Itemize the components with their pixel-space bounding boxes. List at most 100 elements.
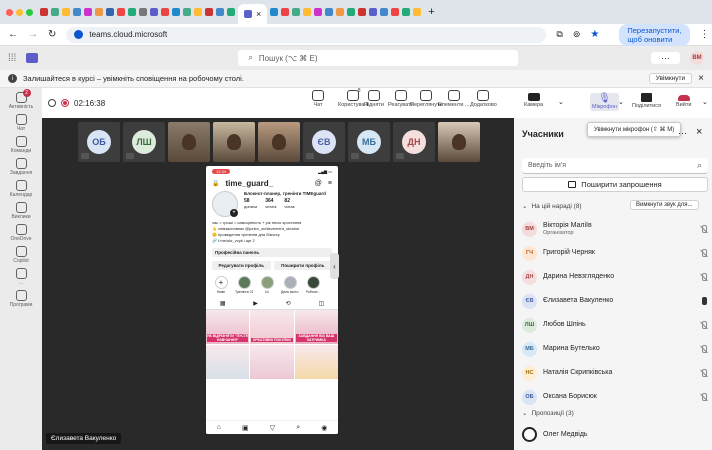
tab-favicon[interactable] <box>117 8 125 16</box>
control-hand[interactable]: Підняти <box>364 90 384 108</box>
tab-favicon[interactable] <box>336 8 345 16</box>
home-icon[interactable]: ⌂ <box>217 424 221 431</box>
tab-favicon[interactable] <box>227 8 235 16</box>
site-info-icon[interactable] <box>74 30 84 39</box>
participant-thumbnail[interactable]: ЄВ <box>303 122 345 162</box>
tab-favicon[interactable] <box>402 8 411 16</box>
control-more[interactable]: Додатково <box>470 90 497 108</box>
microphone-muted-icon[interactable] <box>699 320 708 330</box>
tab-close-icon[interactable]: × <box>256 9 261 19</box>
minimize-window-button[interactable] <box>16 8 23 16</box>
repost-tab-icon[interactable]: ⟲ <box>286 300 291 307</box>
microphone-muted-icon[interactable] <box>699 392 708 402</box>
search-input[interactable]: ⌕ Пошук (⌥ ⌘ E) <box>238 50 519 66</box>
close-banner-icon[interactable]: × <box>698 73 704 84</box>
rail-item-2[interactable]: Команди <box>1 136 41 154</box>
participant-row[interactable]: ЛШ Любов Шпінь <box>522 315 708 335</box>
in-meeting-section-header[interactable]: ⌄ На цій нараді (8) <box>522 202 582 211</box>
edit-profile-button[interactable]: Редагувати профіль <box>212 261 271 270</box>
reload-icon[interactable]: ↻ <box>48 29 56 40</box>
post-thumbnail[interactable]: КРЕАТИВНІ ПОКУПКИ <box>250 310 294 344</box>
participant-row[interactable]: ГЧ Григорій Черняк <box>522 243 708 263</box>
tab-favicon[interactable] <box>62 8 70 16</box>
tab-favicon[interactable] <box>51 8 59 16</box>
forward-icon[interactable]: → <box>28 29 38 40</box>
tab-favicon[interactable] <box>95 8 103 16</box>
active-tab[interactable]: × <box>238 4 268 24</box>
microphone-muted-icon[interactable] <box>699 248 708 258</box>
user-avatar[interactable]: ВМ <box>690 51 704 65</box>
share-invite-button[interactable]: Поширити запрошення <box>522 177 708 192</box>
mic-options-chevron-icon[interactable]: ⌄ <box>618 98 624 106</box>
tab-favicon[interactable] <box>172 8 180 16</box>
microphone-muted-icon[interactable] <box>699 272 708 282</box>
mute-all-button[interactable]: Вимкнути звук для... <box>630 200 699 210</box>
participant-thumbnail[interactable]: ЛШ <box>123 122 165 162</box>
participant-thumbnail[interactable] <box>213 122 255 162</box>
microphone-muted-icon[interactable] <box>699 368 708 378</box>
microphone-muted-icon[interactable] <box>699 224 708 234</box>
back-icon[interactable]: ← <box>8 29 18 40</box>
tab-favicon[interactable] <box>73 8 81 16</box>
install-icon[interactable]: ⧉ <box>556 29 562 40</box>
send-icon[interactable]: ▽ <box>270 424 275 432</box>
close-window-button[interactable] <box>6 8 13 16</box>
participant-row[interactable]: ОБ Оксана Борисюк <box>522 387 708 407</box>
participant-row[interactable]: ДН Дарина Невзгляденко <box>522 267 708 287</box>
panel-close-icon[interactable]: × <box>696 126 702 138</box>
rail-item-7[interactable]: Copilot <box>1 246 41 264</box>
url-field[interactable]: teams.cloud.microsoft <box>66 26 547 43</box>
tab-favicon[interactable] <box>150 8 158 16</box>
participant-row[interactable]: НС Наталія Скрипківська <box>522 363 708 383</box>
tab-favicon[interactable] <box>314 8 323 16</box>
relaunch-button[interactable]: Перезапустити, щоб оновити <box>619 23 690 46</box>
tab-favicon[interactable] <box>270 8 279 16</box>
tab-favicon[interactable] <box>183 8 191 16</box>
browser-menu-icon[interactable]: ⋮ <box>700 29 710 40</box>
rail-item-8[interactable]: ... <box>1 268 41 286</box>
new-tab-button[interactable]: + <box>428 6 434 18</box>
tab-favicon[interactable] <box>84 8 92 16</box>
story-highlight[interactable]: День місто.. <box>281 276 299 294</box>
participant-thumbnail[interactable] <box>168 122 210 162</box>
microphone-muted-icon[interactable] <box>699 344 708 354</box>
rail-item-0[interactable]: 2 Активність <box>1 89 41 110</box>
camera-button[interactable]: Камера <box>524 93 543 108</box>
participant-thumbnail[interactable] <box>258 122 300 162</box>
participant-thumbnail[interactable]: МБ <box>348 122 390 162</box>
rail-item-5[interactable]: Виклики <box>1 202 41 220</box>
tab-favicon[interactable] <box>205 8 213 16</box>
post-thumbnail[interactable] <box>206 345 250 379</box>
zoom-window-button[interactable] <box>26 8 33 16</box>
story-highlight[interactable]: Робоче... <box>304 276 322 294</box>
pro-panel[interactable]: Професійна панель <box>212 248 332 257</box>
tab-favicon[interactable] <box>303 8 312 16</box>
app-launcher-icon[interactable]: ⁞⁞⁞ <box>8 53 16 64</box>
tab-favicon[interactable] <box>292 8 301 16</box>
participant-row[interactable]: ВМ Вікторія Маліїв Організатор <box>522 219 708 239</box>
rail-item-4[interactable]: Календар <box>1 180 41 198</box>
suggested-row[interactable]: Олег Медвідь <box>522 424 708 444</box>
post-thumbnail[interactable] <box>294 345 338 379</box>
search-icon[interactable]: ⌕ <box>296 424 300 432</box>
tab-favicon[interactable] <box>391 8 400 16</box>
participant-thumbnail[interactable] <box>438 122 480 162</box>
rail-item-6[interactable]: OneDrive <box>1 224 41 242</box>
enable-notifications-button[interactable]: Увімкнути <box>648 73 693 84</box>
story-highlight[interactable]: Ш <box>258 276 276 294</box>
panel-more-icon[interactable]: ⋯ <box>678 128 687 139</box>
bookmark-star-icon[interactable]: ★ <box>590 29 599 40</box>
post-thumbnail[interactable] <box>250 345 294 379</box>
grid-tab-icon[interactable]: ▦ <box>220 300 226 307</box>
leave-button[interactable]: Вийти <box>676 93 691 108</box>
tab-favicon[interactable] <box>194 8 202 16</box>
tab-favicon[interactable] <box>369 8 378 16</box>
rail-item-1[interactable]: Чат <box>1 114 41 132</box>
camera-options-chevron-icon[interactable]: ⌄ <box>558 98 564 106</box>
post-thumbnail[interactable]: ЯК ВІДРІЗНЯТИ "ПУСТЕ НАВЧАННЯ" <box>206 310 250 344</box>
tab-favicon[interactable] <box>281 8 290 16</box>
tab-favicon[interactable] <box>216 8 224 16</box>
suggested-section-header[interactable]: ⌄ Пропозиції (3) <box>522 409 574 418</box>
participant-row[interactable]: МБ Марина Бутелько <box>522 339 708 359</box>
tab-favicon[interactable] <box>358 8 367 16</box>
